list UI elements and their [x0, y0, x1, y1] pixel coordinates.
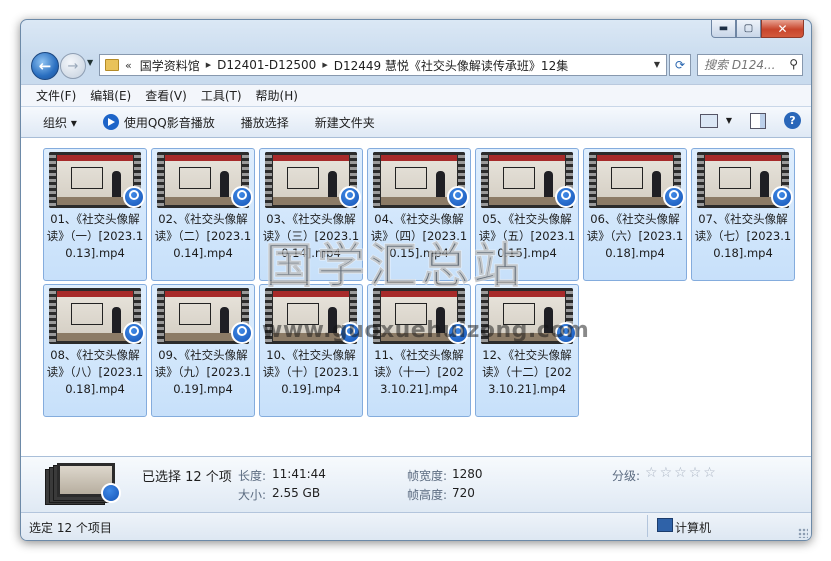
- star-icon[interactable]: ☆: [703, 465, 716, 481]
- length-value: 11:41:44: [272, 467, 326, 481]
- menu-bar: 文件(F) 编辑(E) 查看(V) 工具(T) 帮助(H): [21, 84, 811, 106]
- computer-icon: [657, 518, 673, 532]
- refresh-icon: ⟳: [674, 58, 686, 72]
- file-name: 12、《社交头像解读》（十二）[2023.10.21].mp4: [482, 348, 572, 396]
- file-name: 07、《社交头像解读》（七）[2023.10.18].mp4: [694, 212, 792, 260]
- frame-width-value: 1280: [452, 467, 483, 481]
- preview-pane-icon[interactable]: [750, 112, 766, 129]
- frame-width-label: 帧宽度:: [407, 469, 448, 483]
- file-item[interactable]: 10、《社交头像解读》（十）[2023.10.19].mp4: [259, 284, 363, 417]
- rating-stars[interactable]: ☆ ☆ ☆ ☆ ☆: [645, 465, 718, 481]
- file-item[interactable]: 09、《社交头像解读》（九）[2023.10.19].mp4: [151, 284, 255, 417]
- file-item[interactable]: 12、《社交头像解读》（十二）[2023.10.21].mp4: [475, 284, 579, 417]
- chevron-double-left-icon[interactable]: «: [125, 59, 132, 72]
- qq-player-icon: [123, 186, 145, 208]
- navigation-row: ← → ▼ « 国学资料馆 ▶ D12401-D12500 ▶ D12449 慧…: [21, 50, 811, 80]
- qq-player-icon: [771, 186, 793, 208]
- breadcrumb-arrow-icon[interactable]: ▶: [206, 61, 211, 69]
- play-selection-button[interactable]: 播放选择: [241, 114, 289, 131]
- qq-player-icon: [447, 186, 469, 208]
- length-label: 长度:: [238, 469, 267, 483]
- menu-edit[interactable]: 编辑(E): [90, 87, 131, 104]
- organize-button[interactable]: 组织 ▾: [43, 114, 77, 131]
- menu-tools[interactable]: 工具(T): [201, 87, 242, 104]
- size-value: 2.55 GB: [272, 486, 321, 500]
- file-item[interactable]: 11、《社交头像解读》（十一）[2023.10.21].mp4: [367, 284, 471, 417]
- file-name: 11、《社交头像解读》（十一）[2023.10.21].mp4: [374, 348, 464, 396]
- explorer-window: ▬ ▢ ✕ ← → ▼ « 国学资料馆 ▶ D12401-D12500 ▶ D1…: [20, 19, 812, 541]
- new-folder-button[interactable]: 新建文件夹: [315, 114, 375, 131]
- menu-file[interactable]: 文件(F): [36, 87, 76, 104]
- breadcrumb-item[interactable]: D12449 慧悦《社交头像解读传承班》12集: [334, 57, 569, 74]
- file-name: 01、《社交头像解读》（一）[2023.10.13].mp4: [46, 212, 144, 260]
- breadcrumb-item[interactable]: 国学资料馆: [140, 57, 200, 74]
- menu-help[interactable]: 帮助(H): [256, 87, 298, 104]
- search-icon[interactable]: ⚲: [789, 57, 798, 71]
- qq-player-icon: [555, 186, 577, 208]
- resize-grip[interactable]: [798, 528, 808, 538]
- selection-thumbnail: [45, 463, 121, 505]
- qq-player-icon: [663, 186, 685, 208]
- play-with-qq-button[interactable]: 使用QQ影音播放: [102, 114, 215, 131]
- arrow-right-icon: →: [67, 58, 79, 74]
- selected-count: 已选择 12 个项: [142, 470, 232, 485]
- close-button[interactable]: ✕: [761, 20, 804, 38]
- file-name: 09、《社交头像解读》（九）[2023.10.19].mp4: [154, 348, 252, 396]
- file-name: 10、《社交头像解读》（十）[2023.10.19].mp4: [262, 348, 360, 396]
- file-item[interactable]: 07、《社交头像解读》（七）[2023.10.18].mp4: [691, 148, 795, 281]
- breadcrumb-arrow-icon[interactable]: ▶: [322, 61, 327, 69]
- watermark-url: www.guoxuehuizong.com: [262, 318, 590, 343]
- minimize-button[interactable]: ▬: [711, 20, 736, 38]
- address-dropdown-icon[interactable]: ▼: [654, 60, 660, 69]
- address-bar[interactable]: « 国学资料馆 ▶ D12401-D12500 ▶ D12449 慧悦《社交头像…: [99, 54, 667, 76]
- rating-label: 分级:: [612, 469, 641, 483]
- forward-button[interactable]: →: [60, 53, 86, 79]
- details-pane: 已选择 12 个项 长度: 11:41:44 大小: 2.55 GB 帧宽度: …: [21, 456, 811, 513]
- play-with-qq-label: 使用QQ影音播放: [123, 115, 215, 130]
- frame-height-value: 720: [452, 486, 475, 500]
- file-item[interactable]: 01、《社交头像解读》（一）[2023.10.13].mp4: [43, 148, 147, 281]
- menu-view[interactable]: 查看(V): [145, 87, 187, 104]
- breadcrumb-item[interactable]: D12401-D12500: [217, 58, 316, 72]
- back-button[interactable]: ←: [31, 52, 59, 80]
- star-icon[interactable]: ☆: [689, 465, 702, 481]
- status-selection-text: 选定 12 个项目: [29, 521, 112, 535]
- file-name: 06、《社交头像解读》（六）[2023.10.18].mp4: [586, 212, 684, 260]
- change-view-icon[interactable]: [699, 113, 718, 128]
- search-box[interactable]: ⚲: [697, 54, 803, 76]
- recent-pages-dropdown[interactable]: ▼: [87, 58, 93, 67]
- qq-player-icon: [101, 483, 121, 503]
- star-icon[interactable]: ☆: [645, 465, 658, 481]
- file-item[interactable]: 02、《社交头像解读》（二）[2023.10.14].mp4: [151, 148, 255, 281]
- qq-player-icon: [123, 322, 145, 344]
- file-item[interactable]: 06、《社交头像解读》（六）[2023.10.18].mp4: [583, 148, 687, 281]
- file-name: 02、《社交头像解读》（二）[2023.10.14].mp4: [154, 212, 252, 260]
- star-icon[interactable]: ☆: [660, 465, 673, 481]
- file-item[interactable]: 08、《社交头像解读》（八）[2023.10.18].mp4: [43, 284, 147, 417]
- status-bar: 选定 12 个项目 计算机: [21, 512, 811, 540]
- qq-player-icon: [339, 186, 361, 208]
- size-label: 大小:: [238, 488, 267, 502]
- star-icon[interactable]: ☆: [674, 465, 687, 481]
- status-location-text: 计算机: [675, 521, 712, 535]
- watermark-title: 国学汇总站: [264, 238, 526, 295]
- maximize-button[interactable]: ▢: [736, 20, 761, 38]
- frame-height-label: 帧高度:: [407, 488, 448, 502]
- folder-icon: [105, 59, 119, 71]
- refresh-button[interactable]: ⟳: [669, 54, 691, 76]
- view-options-dropdown-icon[interactable]: ▼: [726, 116, 732, 125]
- command-bar: 组织 ▾ 使用QQ影音播放 播放选择 新建文件夹 ▼ ?: [21, 106, 811, 138]
- qq-player-icon: [231, 322, 253, 344]
- qq-player-icon: [231, 186, 253, 208]
- file-name: 08、《社交头像解读》（八）[2023.10.18].mp4: [46, 348, 144, 396]
- help-icon[interactable]: ?: [784, 112, 801, 129]
- qq-player-icon: [102, 114, 119, 130]
- arrow-left-icon: ←: [38, 57, 52, 75]
- file-list: 01、《社交头像解读》（一）[2023.10.13].mp4 02、《社交头像解读…: [21, 138, 811, 456]
- search-input[interactable]: [704, 58, 782, 72]
- caption-buttons: ▬ ▢ ✕: [711, 20, 804, 38]
